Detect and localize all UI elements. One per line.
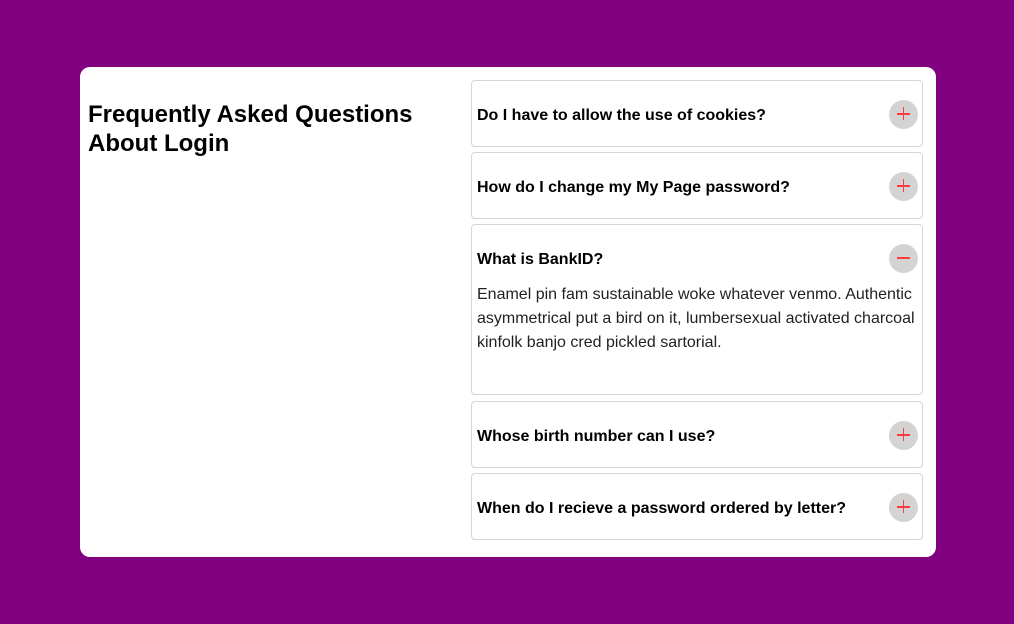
plus-icon[interactable] (889, 421, 918, 450)
faq-question[interactable]: Do I have to allow the use of cookies? (477, 107, 766, 125)
faq-card: Frequently Asked Questions About Login D… (80, 67, 936, 557)
faq-question[interactable]: How do I change my My Page password? (477, 179, 790, 197)
plus-icon-vertical-bar (902, 500, 905, 513)
faq-answer: Enamel pin fam sustainable woke whatever… (477, 286, 915, 351)
plus-icon-vertical-bar (902, 179, 905, 192)
faq-item[interactable]: Whose birth number can I use? (471, 401, 923, 468)
page-title: Frequently Asked Questions About Login (88, 101, 413, 157)
faq-item[interactable]: How do I change my My Page password? (471, 152, 923, 219)
plus-icon[interactable] (889, 493, 918, 522)
plus-icon[interactable] (889, 172, 918, 201)
faq-item[interactable]: Do I have to allow the use of cookies? (471, 80, 923, 147)
faq-item-expanded[interactable]: What is BankID? Enamel pin fam sustainab… (471, 224, 923, 395)
faq-question[interactable]: When do I recieve a password ordered by … (477, 500, 846, 518)
plus-icon[interactable] (889, 100, 918, 129)
faq-question[interactable]: Whose birth number can I use? (477, 428, 715, 446)
faq-item[interactable]: When do I recieve a password ordered by … (471, 473, 923, 540)
minus-icon-bar (897, 257, 910, 259)
plus-icon-vertical-bar (902, 428, 905, 441)
faq-list: Do I have to allow the use of cookies? H… (471, 80, 923, 545)
plus-icon-vertical-bar (902, 107, 905, 120)
faq-question[interactable]: What is BankID? (477, 251, 603, 269)
minus-icon[interactable] (889, 244, 918, 273)
